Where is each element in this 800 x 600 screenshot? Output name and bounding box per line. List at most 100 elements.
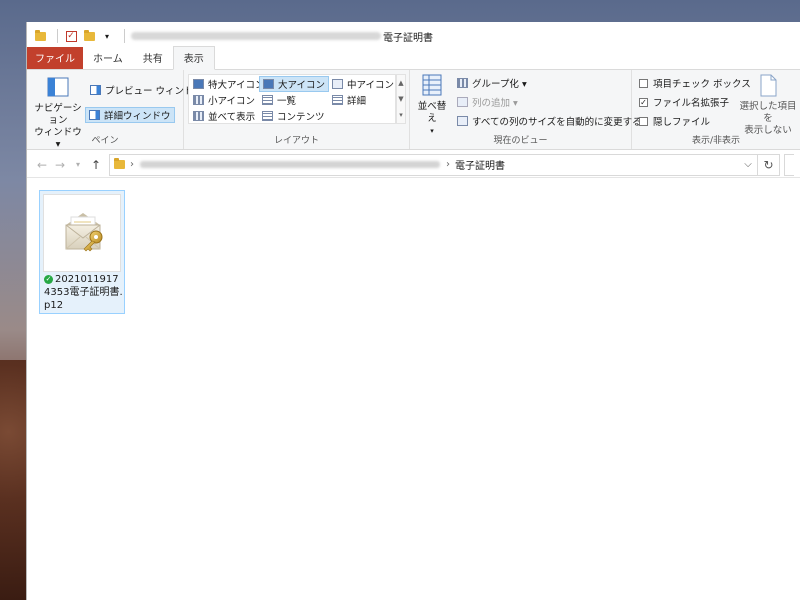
address-bar[interactable]: › › 電子証明書 ⌵ [109, 153, 758, 176]
layout-large-icons[interactable]: 大アイコン [259, 76, 330, 92]
preview-pane-icon [90, 85, 101, 95]
layout-label: 大アイコン [278, 80, 326, 91]
properties-check-icon[interactable]: ✓ [64, 29, 78, 43]
breadcrumb-chevron-icon[interactable]: › [130, 159, 134, 170]
file-name-wrapper: ✓ 20210119174353電子証明書.p12 [44, 273, 124, 312]
navigation-bar: ← → ▾ ↑ › › 電子証明書 ⌵ ↻ [27, 152, 800, 178]
layout-list[interactable]: 一覧 [259, 92, 299, 108]
medium-icons-icon [332, 79, 343, 89]
layout-gallery: 特大アイコン 大アイコン 中アイコン 小アイコン 一覧 詳細 並べて表示 コンテ… [188, 74, 396, 124]
gallery-expand-icon[interactable]: ▾ [397, 107, 405, 123]
group-by-button[interactable]: グループ化 ▾ [454, 75, 530, 91]
up-arrow-icon[interactable]: ↑ [87, 158, 105, 172]
ribbon-group-show-hide: 項目チェック ボックス ✓ ファイル名拡張子 隠しファイル 選択した項目を 表示… [632, 70, 800, 149]
folder-icon [33, 29, 47, 43]
layout-label: 一覧 [277, 96, 297, 107]
sort-by-label: 並べ替え [417, 101, 447, 124]
details-pane-icon [89, 110, 100, 120]
layout-gallery-scroll[interactable]: ▲ ▼ ▾ [396, 74, 406, 124]
file-extensions-label: ファイル名拡張子 [653, 98, 730, 109]
navigation-pane-icon [47, 77, 69, 97]
search-input[interactable] [784, 153, 794, 176]
file-extensions-checkbox[interactable]: ✓ [639, 97, 648, 107]
scroll-down-icon[interactable]: ▼ [397, 91, 405, 107]
window-title: 電子証明書 [383, 32, 433, 44]
back-arrow-icon[interactable]: ← [33, 158, 51, 172]
tab-file[interactable]: ファイル [27, 47, 83, 69]
ribbon-group-current-view: 並べ替え ▾ グループ化 ▾ 列の追加 ▾ すべての列のサイズを自動的に変更する… [410, 70, 642, 149]
sort-by-button[interactable]: 並べ替え ▾ [414, 74, 450, 137]
title-path-redacted [131, 32, 381, 40]
layout-label: 小アイコン [208, 96, 256, 107]
layout-medium-icons[interactable]: 中アイコン [329, 76, 397, 92]
file-explorer-window: ✓ ▾ 電子証明書 ファイル ホーム 共有 表示 ナビゲーション ウィンドウ ▾… [26, 22, 800, 600]
new-folder-icon[interactable] [82, 29, 96, 43]
tab-share[interactable]: 共有 [133, 47, 173, 69]
desktop-background [0, 360, 28, 600]
layout-content[interactable]: コンテンツ [259, 108, 328, 124]
scroll-up-icon[interactable]: ▲ [397, 75, 405, 91]
show-hide-group-label: 表示/非表示 [691, 136, 741, 146]
recent-locations-icon[interactable]: ▾ [69, 160, 87, 169]
extra-large-icons-icon [193, 79, 204, 89]
layout-label: 詳細 [347, 96, 367, 107]
layout-label: 並べて表示 [208, 112, 256, 123]
item-checkboxes-checkbox[interactable] [639, 78, 648, 88]
tiles-icon [193, 111, 204, 121]
hidden-items-toggle[interactable]: 隠しファイル [636, 113, 713, 129]
ribbon-group-layout: 特大アイコン 大アイコン 中アイコン 小アイコン 一覧 詳細 並べて表示 コンテ… [184, 70, 410, 149]
pane-group-label: ペイン [91, 136, 119, 146]
layout-label: 特大アイコン [208, 80, 265, 91]
quick-access-separator [57, 29, 58, 43]
breadcrumb-chevron-icon[interactable]: › [446, 159, 450, 170]
add-columns-icon [457, 97, 468, 107]
size-columns-icon [457, 116, 468, 126]
tab-view[interactable]: 表示 [172, 46, 215, 70]
hidden-items-label: 隠しファイル [653, 117, 711, 128]
hide-selected-items-button[interactable]: 選択した項目を 表示しない [736, 74, 800, 137]
forward-arrow-icon[interactable]: → [51, 158, 69, 172]
list-icon [262, 95, 273, 105]
certificate-key-icon [65, 213, 103, 252]
hide-selected-label: 選択した項目を 表示しない [739, 101, 797, 136]
layout-extra-large-icons[interactable]: 特大アイコン [190, 76, 268, 92]
ribbon-tabs: ファイル ホーム 共有 表示 [27, 46, 800, 70]
hidden-items-checkbox[interactable] [639, 116, 648, 126]
large-icons-icon [263, 79, 274, 89]
details-pane-label: 詳細ウィンドウ [104, 111, 171, 122]
refresh-icon[interactable]: ↻ [758, 153, 780, 176]
size-all-columns-button[interactable]: すべての列のサイズを自動的に変更する [454, 113, 645, 129]
layout-details[interactable]: 詳細 [329, 92, 369, 108]
layout-label: コンテンツ [277, 112, 325, 123]
add-columns-label: 列の追加 ▾ [472, 98, 518, 109]
group-by-icon [457, 78, 468, 88]
title-separator [124, 29, 125, 43]
folder-icon [114, 158, 125, 169]
file-list-view: ✓ 20210119174353電子証明書.p12 [27, 178, 800, 600]
file-name[interactable]: 20210119174353電子証明書.p12 [44, 274, 123, 311]
ribbon: ナビゲーション ウィンドウ ▾ プレビュー ウィンドウ 詳細ウィンドウ ペイン … [27, 70, 800, 150]
small-icons-icon [193, 95, 204, 105]
add-columns-button[interactable]: 列の追加 ▾ [454, 94, 521, 110]
details-icon [332, 95, 343, 105]
sync-status-icon: ✓ [44, 274, 53, 284]
layout-small-icons[interactable]: 小アイコン [190, 92, 258, 108]
layout-label: 中アイコン [347, 80, 395, 91]
address-dropdown-icon[interactable]: ⌵ [739, 159, 757, 170]
breadcrumb-current[interactable]: 電子証明書 [455, 157, 505, 172]
details-pane-button[interactable]: 詳細ウィンドウ [85, 107, 175, 123]
tab-home[interactable]: ホーム [83, 47, 133, 69]
current-view-group-label: 現在のビュー [493, 136, 548, 146]
hide-selected-icon [760, 74, 777, 97]
ribbon-group-pane: ナビゲーション ウィンドウ ▾ プレビュー ウィンドウ 詳細ウィンドウ ペイン [27, 70, 203, 150]
title-bar: ✓ ▾ 電子証明書 [27, 22, 800, 50]
customize-quick-access-icon[interactable]: ▾ [100, 29, 114, 43]
file-extensions-toggle[interactable]: ✓ ファイル名拡張子 [636, 94, 732, 110]
group-by-label: グループ化 ▾ [472, 79, 527, 90]
file-thumbnail [43, 194, 121, 272]
layout-tiles[interactable]: 並べて表示 [190, 108, 258, 124]
layout-group-label: レイアウト [273, 136, 319, 146]
file-item[interactable]: ✓ 20210119174353電子証明書.p12 [39, 190, 125, 314]
sort-by-icon [422, 74, 442, 96]
size-all-columns-label: すべての列のサイズを自動的に変更する [472, 117, 642, 128]
